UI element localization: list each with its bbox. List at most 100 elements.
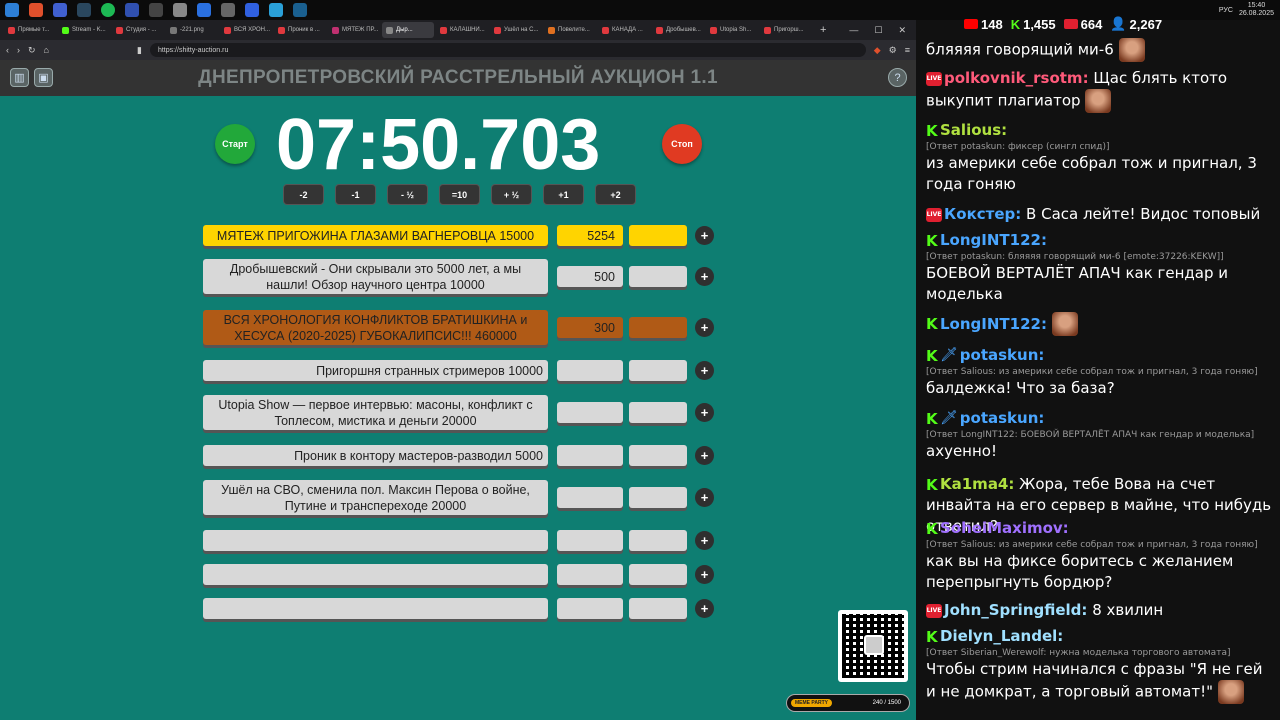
chat-username[interactable]: John_Springfield: [944, 601, 1087, 619]
lot-name-field[interactable] [203, 598, 548, 619]
lot-add-amount-input[interactable] [629, 317, 687, 338]
extensions-icon[interactable]: ⚙ [889, 45, 897, 56]
lot-name-field[interactable]: Utopia Show — первое интервью: масоны, к… [203, 395, 548, 430]
home-icon[interactable]: ⌂ [44, 45, 49, 55]
lot-name-field[interactable]: МЯТЕЖ ПРИГОЖИНА ГЛАЗАМИ ВАГНЕРОВЦА 15000 [203, 225, 548, 246]
new-tab-icon[interactable]: + [820, 24, 826, 36]
chat-username[interactable]: Salious: [940, 121, 1007, 139]
chat-username[interactable]: Кокстер: [944, 205, 1021, 223]
chat-username[interactable]: potaskun: [960, 409, 1045, 427]
time-adjust-button[interactable]: + ½ [491, 184, 532, 205]
windows-start-icon[interactable] [5, 3, 19, 17]
browser-tab[interactable]: -221.png [166, 22, 218, 38]
app-icon[interactable] [197, 3, 211, 17]
lot-add-button[interactable]: + [695, 565, 714, 584]
forward-icon[interactable]: › [17, 45, 20, 55]
app-icon[interactable] [125, 3, 139, 17]
stop-button[interactable]: Стоп [662, 124, 702, 164]
menu-icon[interactable]: ≡ [905, 45, 910, 55]
spotify-icon[interactable] [101, 3, 115, 17]
browser-tab[interactable]: Utopia Sh... [706, 22, 758, 38]
lot-name-field[interactable] [203, 564, 548, 585]
bookmark-icon[interactable]: ▮ [137, 45, 142, 56]
sidebar-toggle-button[interactable]: ▥ [10, 68, 29, 87]
chat-username[interactable]: potaskun: [960, 346, 1045, 364]
browser-tab[interactable]: Дыр... [382, 22, 434, 38]
browser-tab[interactable]: Stream - K... [58, 22, 110, 38]
time-adjust-button[interactable]: +1 [543, 184, 584, 205]
time-adjust-button[interactable]: -2 [283, 184, 324, 205]
chat-username[interactable]: Ka1ma4: [940, 475, 1014, 493]
lot-add-button[interactable]: + [695, 403, 714, 422]
minimize-icon[interactable]: — [849, 25, 858, 36]
lot-name-field[interactable]: Пригоршня странных стримеров 10000 [203, 360, 548, 381]
close-icon[interactable]: ✕ [898, 25, 906, 36]
lot-amount-field[interactable]: 500 [557, 266, 623, 287]
back-icon[interactable]: ‹ [6, 45, 9, 55]
browser-tab[interactable]: Пригорш... [760, 22, 812, 38]
app-icon[interactable] [173, 3, 187, 17]
lot-add-button[interactable]: + [695, 531, 714, 550]
time-adjust-button[interactable]: +2 [595, 184, 636, 205]
lot-add-amount-input[interactable] [629, 360, 687, 381]
lot-amount-field[interactable]: 300 [557, 317, 623, 338]
app-icon[interactable] [293, 3, 307, 17]
browser-tab[interactable]: Дробышев... [652, 22, 704, 38]
app-icon[interactable] [245, 3, 259, 17]
chat-username[interactable]: LongINT122: [940, 315, 1047, 333]
lot-add-amount-input[interactable] [629, 445, 687, 466]
browser-tab[interactable]: Повелите... [544, 22, 596, 38]
lot-amount-field[interactable] [557, 445, 623, 466]
lot-add-button[interactable]: + [695, 446, 714, 465]
brave-shield-icon[interactable]: ◆ [874, 45, 881, 56]
lot-amount-field[interactable]: 5254 [557, 225, 623, 246]
lot-add-button[interactable]: + [695, 267, 714, 286]
lot-amount-field[interactable] [557, 564, 623, 585]
lot-amount-field[interactable] [557, 402, 623, 423]
maximize-icon[interactable]: ☐ [874, 25, 882, 36]
lot-add-button[interactable]: + [695, 226, 714, 245]
time-adjust-button[interactable]: =10 [439, 184, 480, 205]
lot-name-field[interactable]: Ушёл на СВО, сменила пол. Максин Перова … [203, 480, 548, 515]
lot-add-amount-input[interactable] [629, 487, 687, 508]
brave-browser-icon[interactable] [29, 3, 43, 17]
lang-indicator[interactable]: РУС [1219, 7, 1233, 14]
lot-add-button[interactable]: + [695, 318, 714, 337]
browser-tab[interactable]: Студия - ... [112, 22, 164, 38]
lot-amount-field[interactable] [557, 487, 623, 508]
lot-add-amount-input[interactable] [629, 402, 687, 423]
browser-tab[interactable]: МЯТЕЖ ПР... [328, 22, 380, 38]
reload-icon[interactable]: ↻ [28, 45, 36, 56]
app-icon[interactable] [149, 3, 163, 17]
chat-username[interactable]: Dielyn_Landel: [940, 627, 1063, 645]
browser-tab[interactable]: ВСЯ ХРОН... [220, 22, 272, 38]
lot-add-amount-input[interactable] [629, 530, 687, 551]
lot-add-amount-input[interactable] [629, 598, 687, 619]
lot-add-button[interactable]: + [695, 599, 714, 618]
chat-username[interactable]: SoheiMaximov: [940, 519, 1069, 537]
time-adjust-button[interactable]: - ½ [387, 184, 428, 205]
url-input[interactable]: https://shitty-auction.ru [149, 43, 866, 57]
steam-icon[interactable] [77, 3, 91, 17]
app-icon[interactable] [53, 3, 67, 17]
app-icon[interactable] [221, 3, 235, 17]
lot-name-field[interactable]: ВСЯ ХРОНОЛОГИЯ КОНФЛИКТОВ БРАТИШКИНА и Х… [203, 310, 548, 345]
lot-add-amount-input[interactable] [629, 564, 687, 585]
chat-username[interactable]: LongINT122: [940, 231, 1047, 249]
browser-tab[interactable]: КАНАДА ... [598, 22, 650, 38]
lot-add-amount-input[interactable] [629, 266, 687, 287]
lot-add-amount-input[interactable] [629, 225, 687, 246]
lot-amount-field[interactable] [557, 530, 623, 551]
app-icon[interactable] [269, 3, 283, 17]
lot-name-field[interactable]: Дробышевский - Они скрывали это 5000 лет… [203, 259, 548, 294]
lot-add-button[interactable]: + [695, 488, 714, 507]
chat-username[interactable]: polkovnik_rsotm: [944, 69, 1089, 87]
save-icon-button[interactable]: ▣ [34, 68, 53, 87]
lot-amount-field[interactable] [557, 598, 623, 619]
browser-tab[interactable]: КАЛАШНИ... [436, 22, 488, 38]
help-button[interactable]: ? [888, 68, 907, 87]
lot-name-field[interactable] [203, 530, 548, 551]
lot-add-button[interactable]: + [695, 361, 714, 380]
time-adjust-button[interactable]: -1 [335, 184, 376, 205]
browser-tab[interactable]: Ушёл на С... [490, 22, 542, 38]
